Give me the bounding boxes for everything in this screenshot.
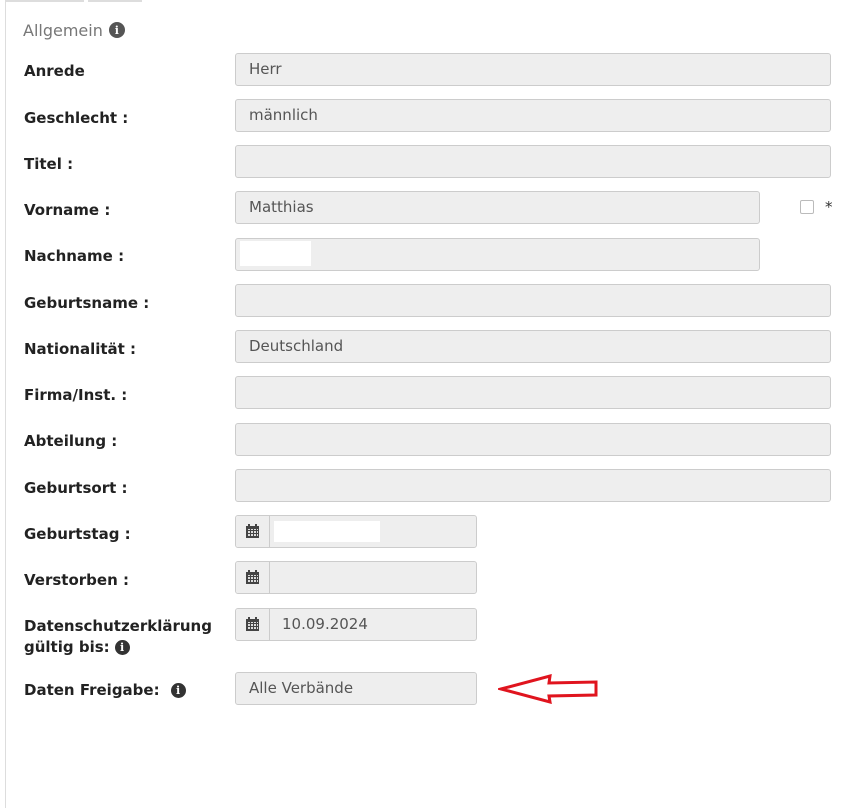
info-icon[interactable]: i [114,640,130,655]
geschlecht-label: Geschlecht : [24,109,129,127]
calendar-icon [246,616,259,631]
freigabe-label: Daten Freigabe: [24,681,160,699]
tab-indicator [88,0,142,2]
verstorben-label: Verstorben : [24,571,129,589]
geschlecht-field[interactable]: männlich [235,99,831,132]
anrede-label: Anrede [24,62,85,80]
freigabe-label-row: Daten Freigabe: i [24,680,186,701]
geburtsname-field[interactable] [235,284,831,317]
nachname-label: Nachname : [24,247,125,265]
annotation-arrow-icon [498,674,598,704]
vorname-field[interactable]: Matthias [235,191,760,224]
firma-label: Firma/Inst. : [24,386,128,404]
nachname-field[interactable] [235,238,760,271]
calendar-button[interactable] [236,562,270,593]
geburtstag-label: Geburtstag : [24,525,131,543]
datenschutz-input[interactable]: 10.09.2024 [270,609,476,640]
datenschutz-label: Datenschutzerklärung [24,617,212,635]
geburtsort-label: Geburtsort : [24,479,128,497]
tab-indicator [6,0,84,2]
redacted-value [240,241,311,266]
calendar-button[interactable] [236,609,270,640]
datenschutz-label-text: gültig bis: [24,638,110,656]
section-title: Allgemein [23,20,103,40]
anrede-field[interactable]: Herr [235,53,831,86]
redacted-value [274,521,380,542]
section-header: Allgemein i [23,19,125,41]
verstorben-input[interactable] [270,562,476,593]
nationalitaet-field[interactable]: Deutschland [235,330,831,363]
info-icon[interactable]: i [170,683,186,698]
firma-field[interactable] [235,376,831,409]
calendar-icon [246,569,259,584]
panel-left-border [5,0,6,808]
vorname-label: Vorname : [24,201,111,219]
required-marker: * [825,198,833,216]
calendar-button[interactable] [236,516,270,547]
geburtsort-field[interactable] [235,469,831,502]
datenschutz-datepicker[interactable]: 10.09.2024 [235,608,477,641]
freigabe-field[interactable]: Alle Verbände [235,672,477,705]
abteilung-field[interactable] [235,423,831,456]
abteilung-label: Abteilung : [24,432,118,450]
calendar-icon [246,523,259,538]
nationalitaet-label: Nationalität : [24,340,137,358]
datenschutz-label-line2: gültig bis: i [24,637,130,658]
titel-field[interactable] [235,145,831,178]
titel-label: Titel : [24,155,74,173]
vorname-checkbox[interactable] [800,200,814,214]
verstorben-datepicker[interactable] [235,561,477,594]
geburtsname-label: Geburtsname : [24,294,150,312]
info-icon[interactable]: i [108,22,125,38]
